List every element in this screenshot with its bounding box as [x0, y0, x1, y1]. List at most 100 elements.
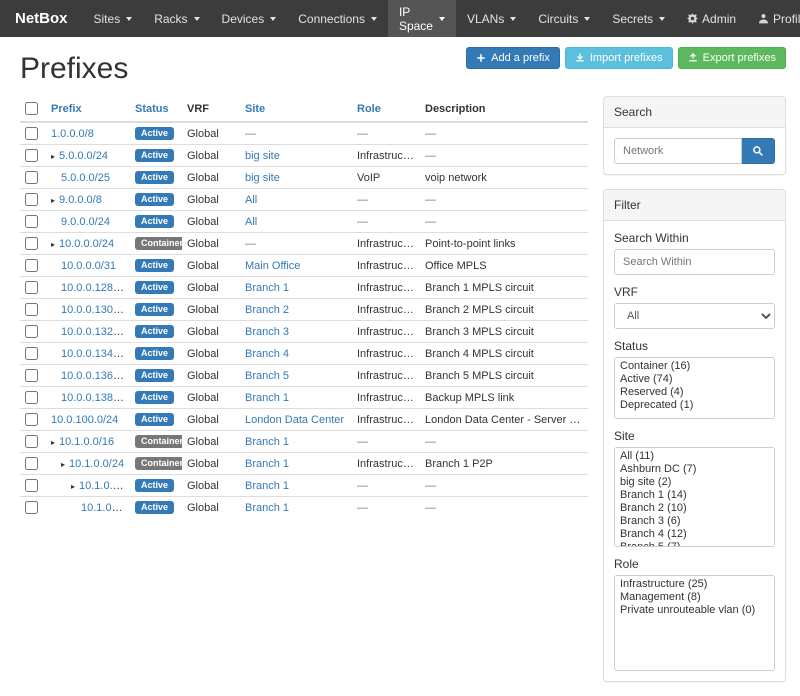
row-checkbox[interactable]	[25, 391, 38, 404]
listbox-option[interactable]: Branch 1 (14)	[617, 489, 774, 502]
prefix-link[interactable]: 5.0.0.0/24	[59, 150, 108, 162]
status-listbox[interactable]: Container (16)Active (74)Reserved (4)Dep…	[614, 357, 775, 419]
header-status[interactable]: Status	[130, 96, 182, 122]
row-checkbox[interactable]	[25, 435, 38, 448]
expand-arrow-icon[interactable]: ▸	[51, 240, 55, 249]
expand-arrow-icon[interactable]: ▸	[51, 196, 55, 205]
nav-item-secrets[interactable]: Secrets	[601, 0, 676, 37]
site-link[interactable]: Branch 1	[245, 282, 289, 294]
row-checkbox[interactable]	[25, 127, 38, 140]
select-all-checkbox[interactable]	[25, 102, 38, 115]
listbox-option[interactable]: Ashburn DC (7)	[617, 463, 774, 476]
listbox-option[interactable]: Infrastructure (25)	[617, 578, 774, 591]
brand[interactable]: NetBox	[0, 0, 83, 37]
prefix-link[interactable]: 1.0.0.0/8	[51, 128, 94, 140]
search-button[interactable]	[742, 138, 775, 164]
plus-icon	[476, 53, 486, 63]
site-link[interactable]: All	[245, 194, 257, 206]
prefix-link[interactable]: 10.1.0.0/26	[81, 502, 130, 514]
prefix-link[interactable]: 10.0.0.0/24	[59, 238, 114, 250]
export-prefixes-button[interactable]: Export prefixes	[678, 47, 786, 69]
row-checkbox[interactable]	[25, 413, 38, 426]
nav-item-circuits[interactable]: Circuits	[527, 0, 601, 37]
listbox-option[interactable]: Reserved (4)	[617, 386, 774, 399]
listbox-option[interactable]: Branch 5 (7)	[617, 541, 774, 547]
search-within-input[interactable]	[614, 249, 775, 275]
site-link[interactable]: Branch 3	[245, 326, 289, 338]
site-link[interactable]: big site	[245, 150, 280, 162]
header-role[interactable]: Role	[352, 96, 420, 122]
prefix-link[interactable]: 10.1.0.0/16	[59, 436, 114, 448]
site-link[interactable]: London Data Center	[245, 414, 344, 426]
row-checkbox[interactable]	[25, 171, 38, 184]
site-link[interactable]: Main Office	[245, 260, 300, 272]
site-link[interactable]: Branch 2	[245, 304, 289, 316]
row-checkbox[interactable]	[25, 303, 38, 316]
nav-item-ip-space[interactable]: IP Space	[388, 0, 456, 37]
listbox-option[interactable]: Branch 4 (12)	[617, 528, 774, 541]
row-checkbox[interactable]	[25, 325, 38, 338]
listbox-option[interactable]: Deprecated (1)	[617, 399, 774, 412]
prefix-link[interactable]: 5.0.0.0/25	[61, 172, 110, 184]
prefix-link[interactable]: 9.0.0.0/24	[61, 216, 110, 228]
listbox-option[interactable]: big site (2)	[617, 476, 774, 489]
prefix-link[interactable]: 10.0.0.138/31	[61, 392, 128, 404]
site-link[interactable]: Branch 4	[245, 348, 289, 360]
expand-arrow-icon[interactable]: ▸	[61, 460, 65, 469]
expand-arrow-icon[interactable]: ▸	[51, 152, 55, 161]
prefix-link[interactable]: 10.0.0.128/31	[61, 282, 128, 294]
site-link[interactable]: Branch 5	[245, 370, 289, 382]
role-listbox[interactable]: Infrastructure (25)Management (8)Private…	[614, 575, 775, 671]
prefix-link[interactable]: 10.0.100.0/24	[51, 414, 118, 426]
row-checkbox[interactable]	[25, 149, 38, 162]
expand-arrow-icon[interactable]: ▸	[71, 482, 75, 491]
row-checkbox[interactable]	[25, 215, 38, 228]
row-checkbox[interactable]	[25, 259, 38, 272]
nav-item-profile[interactable]: Profile	[747, 0, 800, 37]
listbox-option[interactable]: All (11)	[617, 450, 774, 463]
prefix-link[interactable]: 10.1.0.0/24	[69, 458, 124, 470]
listbox-option[interactable]: Management (8)	[617, 591, 774, 604]
site-link[interactable]: big site	[245, 172, 280, 184]
site-listbox[interactable]: All (11)Ashburn DC (7)big site (2)Branch…	[614, 447, 775, 547]
add-a-prefix-button[interactable]: Add a prefix	[466, 47, 560, 69]
site-link[interactable]: Branch 1	[245, 480, 289, 492]
nav-item-sites[interactable]: Sites	[83, 0, 144, 37]
row-checkbox[interactable]	[25, 457, 38, 470]
prefix-link[interactable]: 10.1.0.0/25	[79, 480, 130, 492]
nav-item-admin[interactable]: Admin	[676, 0, 747, 37]
site-link[interactable]: Branch 1	[245, 436, 289, 448]
prefix-link[interactable]: 10.0.0.134/31	[61, 348, 128, 360]
prefix-link[interactable]: 10.0.0.0/31	[61, 260, 116, 272]
prefix-link[interactable]: 9.0.0.0/8	[59, 194, 102, 206]
listbox-option[interactable]: Private unrouteable vlan (0)	[617, 604, 774, 617]
header-prefix[interactable]: Prefix	[46, 96, 130, 122]
nav-item-devices[interactable]: Devices	[211, 0, 288, 37]
import-prefixes-button[interactable]: Import prefixes	[565, 47, 673, 69]
listbox-option[interactable]: Branch 2 (10)	[617, 502, 774, 515]
listbox-option[interactable]: Container (16)	[617, 360, 774, 373]
site-link[interactable]: Branch 1	[245, 392, 289, 404]
row-checkbox[interactable]	[25, 479, 38, 492]
prefix-link[interactable]: 10.0.0.136/31	[61, 370, 128, 382]
row-checkbox[interactable]	[25, 193, 38, 206]
expand-arrow-icon[interactable]: ▸	[51, 438, 55, 447]
row-checkbox[interactable]	[25, 369, 38, 382]
listbox-option[interactable]: Branch 3 (6)	[617, 515, 774, 528]
vrf-select[interactable]: All	[614, 303, 775, 329]
prefix-link[interactable]: 10.0.0.130/31	[61, 304, 128, 316]
nav-item-connections[interactable]: Connections	[287, 0, 388, 37]
row-checkbox[interactable]	[25, 347, 38, 360]
row-checkbox[interactable]	[25, 281, 38, 294]
nav-item-vlans[interactable]: VLANs	[456, 0, 527, 37]
site-link[interactable]: All	[245, 216, 257, 228]
prefix-link[interactable]: 10.0.0.132/31	[61, 326, 128, 338]
site-link[interactable]: Branch 1	[245, 458, 289, 470]
row-checkbox[interactable]	[25, 501, 38, 514]
header-site[interactable]: Site	[240, 96, 352, 122]
listbox-option[interactable]: Active (74)	[617, 373, 774, 386]
site-link[interactable]: Branch 1	[245, 502, 289, 514]
nav-item-racks[interactable]: Racks	[143, 0, 210, 37]
search-input[interactable]	[614, 138, 742, 164]
row-checkbox[interactable]	[25, 237, 38, 250]
